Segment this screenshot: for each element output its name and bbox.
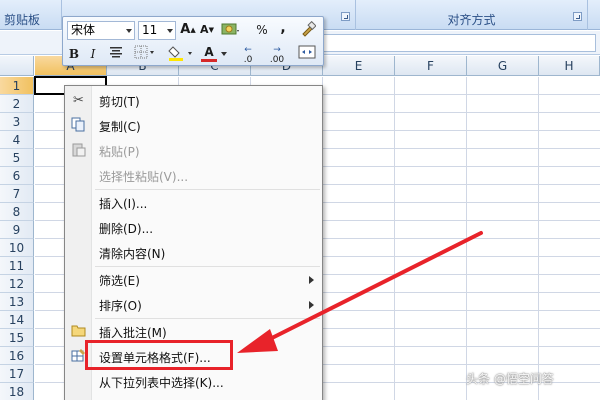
watermark: 头条 @悟空问答 (466, 372, 554, 386)
annotation-arrow (237, 231, 483, 353)
